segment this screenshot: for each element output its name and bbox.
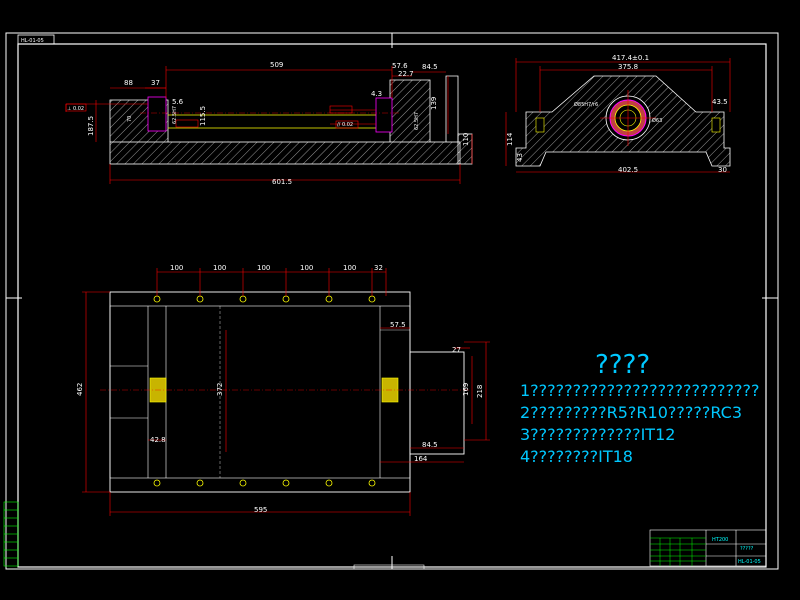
tolerance-parallel: // 0.02 [337, 122, 353, 128]
plan-462: 462 [76, 383, 84, 396]
notes-title: ???? [595, 350, 651, 380]
dim-22-7: 22.7 [398, 70, 414, 78]
plan-372: 372 [216, 383, 224, 396]
dim-70: 70 [127, 116, 133, 122]
pitch-2: 100 [213, 264, 226, 272]
plan-218: 218 [476, 385, 484, 398]
note-line-3: 3?????????????IT12 [520, 425, 676, 444]
dim-601-5: 601.5 [272, 178, 292, 186]
plan-57-5: 57.5 [390, 321, 406, 329]
dim-509: 509 [270, 61, 283, 69]
dim-57-6: 57.6 [392, 62, 408, 70]
note-line-1: 1??????????????????????????? [520, 381, 760, 400]
side-43: 43 [516, 153, 524, 162]
plan-27: 27 [452, 346, 461, 354]
pitch-4: 100 [300, 264, 313, 272]
side-43-5: 43.5 [712, 98, 728, 106]
side-inner: 375.8 [618, 63, 638, 71]
side-section-view: 417.4±0.1 375.8 43.5 114 43 402.5 30 Ø63… [505, 54, 731, 174]
technical-notes: ???? 1??????????????????????????? 2?????… [520, 350, 800, 468]
side-30: 30 [718, 166, 727, 174]
bore-right: 62.5H7 [414, 112, 420, 130]
tolerance-perpendicular: ⊥ 0.02 [67, 106, 84, 112]
dim-110: 110 [462, 133, 470, 146]
base-hatch [109, 141, 461, 165]
note-line-4: 4????????IT18 [520, 447, 633, 466]
pitch-5: 100 [343, 264, 356, 272]
side-bore: Ø63 [652, 117, 662, 124]
dim-187-5: 187.5 [87, 116, 95, 136]
plan-84-5: 84.5 [422, 441, 438, 449]
dim-5-6: 5.6 [172, 98, 184, 106]
drawing-number-top: HL-01-05 [21, 38, 44, 44]
side-114: 114 [506, 132, 514, 146]
title-material: HT200 [712, 537, 728, 543]
title-drawing-no: HL-01-05 [738, 559, 761, 565]
plan-169: 169 [462, 383, 470, 396]
drawing-sheet: HL-01-05 509 88 37 5.6 57.6 22.7 84.5 4.… [3, 32, 779, 570]
note-line-2: 2?????????R5?R10?????RC3 [520, 403, 743, 422]
pitch-6: 32 [374, 264, 383, 272]
side-bore-fit: Ø85H7/r6 [574, 101, 598, 108]
dim-4-3: 4.3 [371, 90, 382, 98]
side-width: 417.4±0.1 [612, 54, 649, 62]
cad-drawing-canvas: HL-01-05 509 88 37 5.6 57.6 22.7 84.5 4.… [0, 0, 800, 600]
plan-42-8: 42.8 [150, 436, 166, 444]
dim-37: 37 [151, 79, 160, 87]
front-section-view: 509 88 37 5.6 57.6 22.7 84.5 4.3 139 110… [65, 61, 473, 186]
dim-139: 139 [430, 97, 438, 110]
plan-595: 595 [254, 506, 267, 514]
title-part-name: ????? [740, 546, 754, 552]
plan-view: 100 100 100 100 100 32 57.5 27 372 462 1… [76, 264, 490, 516]
dim-115-5: 115.5 [199, 106, 207, 126]
plan-164: 164 [414, 455, 428, 463]
dim-84-5: 84.5 [422, 63, 438, 71]
side-402-5: 402.5 [618, 166, 638, 174]
bore-left: 62.5H7 [172, 106, 178, 124]
pitch-3: 100 [257, 264, 270, 272]
pitch-1: 100 [170, 264, 183, 272]
dim-88: 88 [124, 79, 133, 87]
